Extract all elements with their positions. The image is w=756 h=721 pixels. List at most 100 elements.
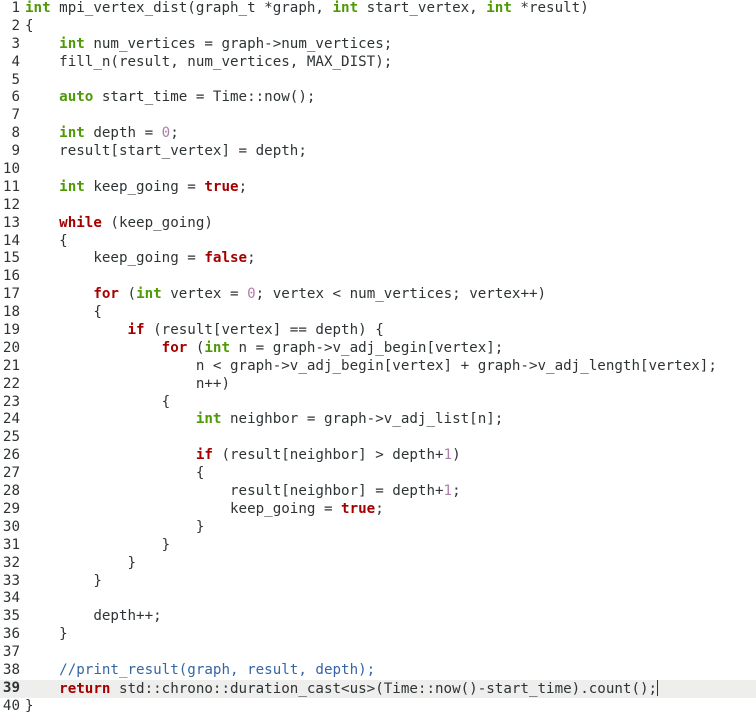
code-text: std::chrono::duration_cast<us>(Time::now… xyxy=(110,680,658,697)
code-line[interactable]: 17 for (int vertex = 0; vertex < num_ver… xyxy=(0,286,756,304)
code-line[interactable]: 26 if (result[neighbor] > depth+1) xyxy=(0,447,756,465)
line-number: 5 xyxy=(11,71,20,88)
code-line[interactable]: 19 if (result[vertex] == depth) { xyxy=(0,322,756,340)
line-content: { xyxy=(25,233,68,251)
type-keyword: int xyxy=(332,0,359,16)
code-text: ) xyxy=(452,447,461,464)
control-keyword: return xyxy=(59,680,111,697)
number-literal: 1 xyxy=(443,483,453,500)
code-line[interactable]: 30 } xyxy=(0,519,756,537)
line-number: 28 xyxy=(2,483,20,500)
code-line[interactable]: 22 n++) xyxy=(0,376,756,394)
code-text: ; xyxy=(238,178,248,195)
code-line[interactable]: 37 xyxy=(0,644,756,662)
code-line[interactable]: 6 auto start_time = Time::now(); xyxy=(0,89,756,107)
line-content: if (result[vertex] == depth) { xyxy=(25,322,384,340)
code-line[interactable]: 1 int mpi_vertex_dist(graph_t *graph, int… xyxy=(0,0,756,18)
code-text: ( xyxy=(187,339,205,356)
code-text: ( xyxy=(118,286,137,303)
code-editor[interactable]: 1 int mpi_vertex_dist(graph_t *graph, int… xyxy=(0,0,756,721)
line-content: } xyxy=(25,519,205,537)
line-number: 19 xyxy=(2,322,20,339)
code-line[interactable]: 16 xyxy=(0,268,756,286)
code-text: ; xyxy=(375,500,384,517)
code-line[interactable]: 29 keep_going = true; xyxy=(0,501,756,519)
line-number: 15 xyxy=(2,250,20,267)
type-keyword: int xyxy=(59,125,85,142)
code-text: keep_going = xyxy=(84,178,205,195)
code-text: start_vertex, xyxy=(358,0,487,16)
code-text: (result[vertex] == depth) { xyxy=(144,322,384,339)
line-number: 18 xyxy=(2,304,20,321)
line-content: //print_result(graph, result, depth); xyxy=(25,662,375,680)
code-line[interactable]: 27 { xyxy=(0,465,756,483)
line-content: int keep_going = true; xyxy=(25,179,247,197)
line-number: 34 xyxy=(2,590,20,607)
line-content: fill_n(result, num_vertices, MAX_DIST); xyxy=(25,54,392,72)
line-number: 11 xyxy=(2,178,20,195)
code-line[interactable]: 28 result[neighbor] = depth+1; xyxy=(0,483,756,501)
code-line[interactable]: 24 int neighbor = graph->v_adj_list[n]; xyxy=(0,411,756,429)
code-line[interactable]: 31 } xyxy=(0,537,756,555)
line-number: 32 xyxy=(2,554,20,571)
code-line[interactable]: 34 xyxy=(0,590,756,608)
line-number: 40 xyxy=(2,697,20,714)
line-content: return std::chrono::duration_cast<us>(Ti… xyxy=(25,679,659,699)
code-line[interactable]: 14 { xyxy=(0,233,756,251)
control-keyword: for xyxy=(161,339,188,356)
code-line[interactable]: 23 { xyxy=(0,394,756,412)
code-line[interactable]: 10 xyxy=(0,161,756,179)
code-text: *result) xyxy=(511,0,589,16)
code-line[interactable]: 15 keep_going = false; xyxy=(0,250,756,268)
line-content: for (int vertex = 0; vertex < num_vertic… xyxy=(25,286,546,304)
code-line[interactable]: 12 xyxy=(0,197,756,215)
code-line[interactable]: 21 n < graph->v_adj_begin[vertex] + grap… xyxy=(0,358,756,376)
line-number: 2 xyxy=(11,17,20,34)
code-text: (result[neighbor] > depth+ xyxy=(212,447,444,464)
code-line[interactable]: 39 return std::chrono::duration_cast<us>… xyxy=(0,679,756,699)
line-content: if (result[neighbor] > depth+1) xyxy=(25,447,461,465)
code-line[interactable]: 35 depth++; xyxy=(0,608,756,626)
line-content: int neighbor = graph->v_adj_list[n]; xyxy=(25,411,504,429)
code-text: { xyxy=(25,17,34,34)
code-line[interactable]: 18 { xyxy=(0,304,756,322)
code-line[interactable]: 25 xyxy=(0,429,756,447)
code-line[interactable]: 33 } xyxy=(0,573,756,591)
type-keyword: int xyxy=(136,286,162,303)
code-line[interactable]: 13 while (keep_going) xyxy=(0,215,756,233)
line-number: 6 xyxy=(11,89,20,106)
line-content: } xyxy=(25,536,171,555)
code-line[interactable]: 3 int num_vertices = graph->num_vertices… xyxy=(0,36,756,54)
line-number: 12 xyxy=(2,196,20,213)
code-line[interactable]: 11 int keep_going = true; xyxy=(0,179,756,197)
line-content: } xyxy=(25,698,34,716)
code-line[interactable]: 8 int depth = 0; xyxy=(0,125,756,143)
code-line[interactable]: 9 result[start_vertex] = depth; xyxy=(0,143,756,161)
line-number: 10 xyxy=(2,161,20,178)
code-line[interactable]: 36 } xyxy=(0,626,756,644)
control-keyword: if xyxy=(195,447,213,464)
line-content: for (int n = graph->v_adj_begin[vertex]; xyxy=(25,339,504,358)
code-line[interactable]: 5 xyxy=(0,72,756,90)
code-line[interactable]: 7 xyxy=(0,107,756,125)
code-line[interactable]: 20 for (int n = graph->v_adj_begin[verte… xyxy=(0,340,756,358)
code-line[interactable]: 2{ xyxy=(0,18,756,36)
control-keyword: false xyxy=(204,250,248,267)
line-number: 1 xyxy=(11,0,20,16)
line-number: 37 xyxy=(2,644,20,661)
line-content: int num_vertices = graph->num_vertices; xyxy=(25,36,392,54)
code-text: depth = xyxy=(84,125,162,142)
code-text: } xyxy=(25,536,171,553)
line-number: 26 xyxy=(2,447,20,464)
code-line[interactable]: 32 } xyxy=(0,555,756,573)
line-content: n++) xyxy=(25,376,230,394)
code-line[interactable]: 38 //print_result(graph, result, depth); xyxy=(0,662,756,680)
line-number: 3 xyxy=(11,35,20,52)
code-line[interactable]: 40} xyxy=(0,698,756,716)
code-line[interactable]: 4 fill_n(result, num_vertices, MAX_DIST)… xyxy=(0,54,756,72)
